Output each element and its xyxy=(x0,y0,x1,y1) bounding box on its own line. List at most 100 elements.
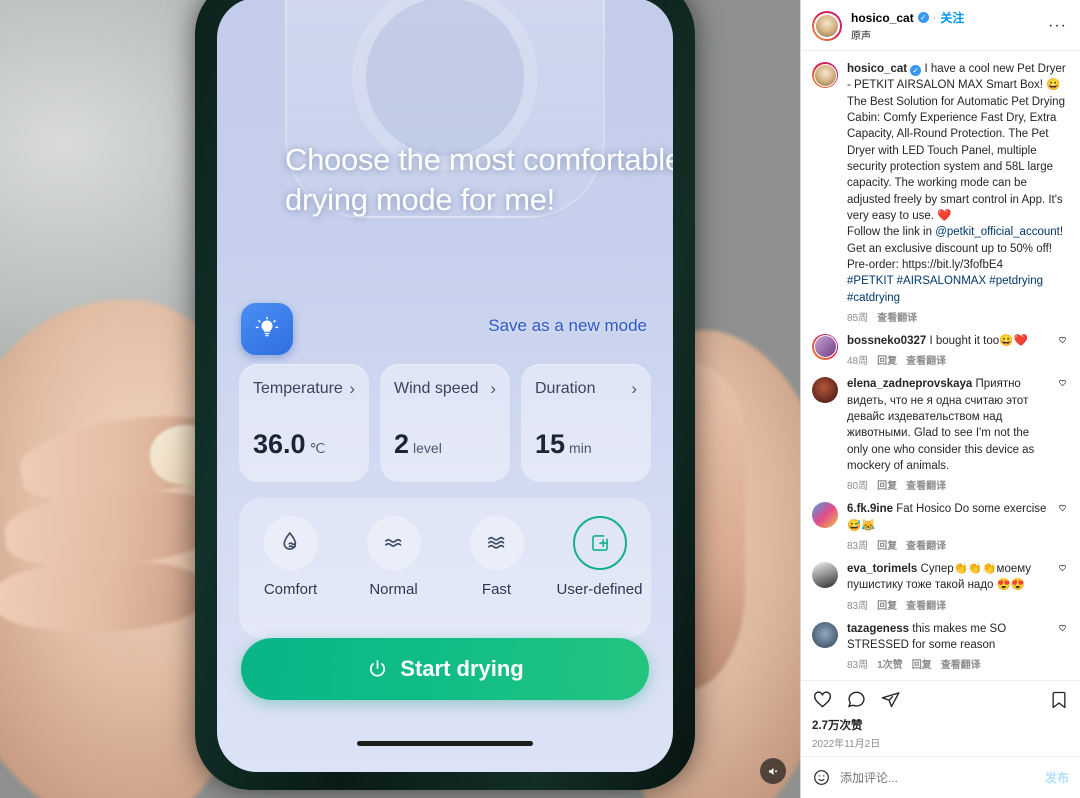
post-media-pane[interactable]: Choose the most comfortable drying mode … xyxy=(0,0,800,798)
comment-reply-button[interactable]: 回复 xyxy=(877,597,897,612)
comment-text: eva_torimels Супер👏👏👏моему пушистику тож… xyxy=(847,562,1032,592)
add-comment-bar[interactable]: 发布 xyxy=(801,756,1080,798)
param-card-temperature[interactable]: Temperature › 36.0 ℃ xyxy=(239,364,369,482)
param-card-duration[interactable]: Duration › 15 min xyxy=(521,364,651,482)
comment-reply-button[interactable]: 回复 xyxy=(877,477,897,492)
param-header: Temperature › xyxy=(253,379,355,399)
comment-username[interactable]: 6.fk.9ine xyxy=(847,503,893,515)
comment-reply-button[interactable]: 回复 xyxy=(877,537,897,552)
comment-like-icon[interactable] xyxy=(1056,501,1069,512)
avatar[interactable] xyxy=(812,561,838,588)
comment-item: 6.fk.9ine Fat Hosico Do some exercise 😅😹… xyxy=(812,493,1069,553)
bookmark-icon[interactable] xyxy=(1049,690,1069,710)
heart-icon[interactable] xyxy=(812,689,833,710)
audio-label: 原声 xyxy=(851,31,871,42)
header-username[interactable]: hosico_cat xyxy=(851,11,914,25)
comment-translate-button[interactable]: 查看翻译 xyxy=(906,537,946,552)
comment-like-count[interactable]: 1次赞 xyxy=(877,656,903,671)
share-icon[interactable] xyxy=(880,689,901,710)
mode-icon-wrap xyxy=(469,516,524,570)
comment-item: bossneko0327 I bought it too😀❤️ 48周 回复 查看翻译 xyxy=(812,325,1069,368)
droplet-wave-icon xyxy=(282,531,296,550)
comment-time: 83周 xyxy=(847,660,869,672)
caption-translate[interactable]: 查看翻译 xyxy=(877,309,917,324)
comment-username[interactable]: elena_zadneprovskaya xyxy=(847,378,972,390)
comment-like-icon[interactable] xyxy=(1056,333,1069,344)
header-username-row: hosico_cat ✓ · 关注 xyxy=(851,9,1037,26)
comment-body: elena_zadneprovskaya Приятно видеть, что… xyxy=(847,376,1047,493)
post-date: 2022年11月2日 xyxy=(812,739,881,750)
comment-like-icon[interactable] xyxy=(1056,621,1069,632)
caption-mention[interactable]: @petkit_official_account xyxy=(935,226,1060,238)
param-label: Wind speed xyxy=(394,380,479,397)
avatar[interactable] xyxy=(812,10,842,41)
param-value-row: 2 level xyxy=(394,429,496,460)
comment-time: 83周 xyxy=(847,540,869,552)
comment-translate-button[interactable]: 查看翻译 xyxy=(906,597,946,612)
post-comment-button[interactable]: 发布 xyxy=(1045,769,1069,786)
comment-icon[interactable] xyxy=(846,689,867,710)
comment-translate-button[interactable]: 查看翻译 xyxy=(906,352,946,367)
comment-meta: 83周 1次赞 回复 查看翻译 xyxy=(847,656,1047,671)
more-options-button[interactable]: ··· xyxy=(1046,17,1069,35)
comment-like-icon[interactable] xyxy=(1056,561,1069,572)
comment-translate-button[interactable]: 查看翻译 xyxy=(941,656,981,671)
mode-option-normal[interactable]: Normal xyxy=(342,516,445,599)
comment-body: eva_torimels Супер👏👏👏моему пушистику тож… xyxy=(847,561,1047,613)
avatar[interactable] xyxy=(812,62,838,88)
save-as-new-mode-link[interactable]: Save as a new mode xyxy=(488,316,647,336)
comment-translate-button[interactable]: 查看翻译 xyxy=(906,477,946,492)
mode-label: Normal xyxy=(369,581,418,598)
comment-body: 6.fk.9ine Fat Hosico Do some exercise 😅😹… xyxy=(847,501,1047,553)
comment-meta: 48周 回复 查看翻译 xyxy=(847,352,1047,367)
mode-option-comfort[interactable]: Comfort xyxy=(239,516,342,599)
mute-toggle-button[interactable] xyxy=(760,758,786,784)
param-unit: min xyxy=(569,440,592,456)
param-label: Duration xyxy=(535,380,596,397)
comment-username[interactable]: tazageness xyxy=(847,623,909,635)
start-drying-label: Start drying xyxy=(400,656,524,681)
caption-text: hosico_cat ✓ I have a cool new Pet Dryer… xyxy=(847,63,1066,304)
follow-button[interactable]: 关注 xyxy=(940,9,964,26)
phone-screen[interactable]: Choose the most comfortable drying mode … xyxy=(217,0,673,772)
param-value-row: 15 min xyxy=(535,429,637,460)
mode-option-user-defined[interactable]: User-defined xyxy=(548,516,651,599)
param-value: 15 xyxy=(535,429,566,459)
instagram-post-page: Choose the most comfortable drying mode … xyxy=(0,0,1080,798)
comment-input[interactable] xyxy=(840,770,1036,785)
comment-item: elena_zadneprovskaya Приятно видеть, что… xyxy=(812,368,1069,493)
comment-item: tazageness this makes me SO STRESSED for… xyxy=(812,613,1069,673)
wave-two-icon xyxy=(384,538,401,547)
emoji-icon[interactable] xyxy=(812,768,831,787)
param-card-wind-speed[interactable]: Wind speed › 2 level xyxy=(380,364,510,482)
parameter-cards: Temperature › 36.0 ℃ Wind speed › 2 leve… xyxy=(239,364,651,482)
wave-three-icon xyxy=(487,536,504,549)
comment-list: bossneko0327 I bought it too😀❤️ 48周 回复 查看翻译… xyxy=(812,325,1069,680)
comment-meta: 80周 回复 查看翻译 xyxy=(847,477,1047,492)
comment-reply-button[interactable]: 回复 xyxy=(877,352,897,367)
comments-scroll-area[interactable]: hosico_cat ✓ I have a cool new Pet Dryer… xyxy=(801,51,1080,680)
caption-username[interactable]: hosico_cat xyxy=(847,63,907,75)
home-indicator xyxy=(357,741,533,746)
start-drying-button[interactable]: Start drying xyxy=(241,638,649,700)
comment-like-icon[interactable] xyxy=(1056,376,1069,387)
comment-text: bossneko0327 I bought it too😀❤️ xyxy=(847,334,1028,347)
verified-badge-icon: ✓ xyxy=(917,12,929,23)
param-label: Temperature xyxy=(253,380,343,397)
avatar[interactable] xyxy=(812,333,838,360)
separator-dot: · xyxy=(932,11,937,24)
comment-reply-button[interactable]: 回复 xyxy=(912,656,932,671)
caption-time: 85周 xyxy=(847,312,869,324)
param-unit: level xyxy=(413,440,442,456)
app-headline: Choose the most comfortable drying mode … xyxy=(285,142,673,217)
caption-hashtags[interactable]: #PETKIT #AIRSALONMAX #petdrying #catdryi… xyxy=(847,275,1043,303)
mode-option-fast[interactable]: Fast xyxy=(445,516,548,599)
avatar[interactable] xyxy=(812,621,838,648)
lightbulb-button[interactable] xyxy=(241,303,293,355)
caption-meta: 85周 查看翻译 xyxy=(847,309,1069,324)
mode-label: Fast xyxy=(481,581,512,598)
comment-username[interactable]: bossneko0327 xyxy=(847,335,926,347)
comment-username[interactable]: eva_torimels xyxy=(847,563,917,575)
avatar[interactable] xyxy=(812,377,838,404)
avatar[interactable] xyxy=(812,502,838,529)
